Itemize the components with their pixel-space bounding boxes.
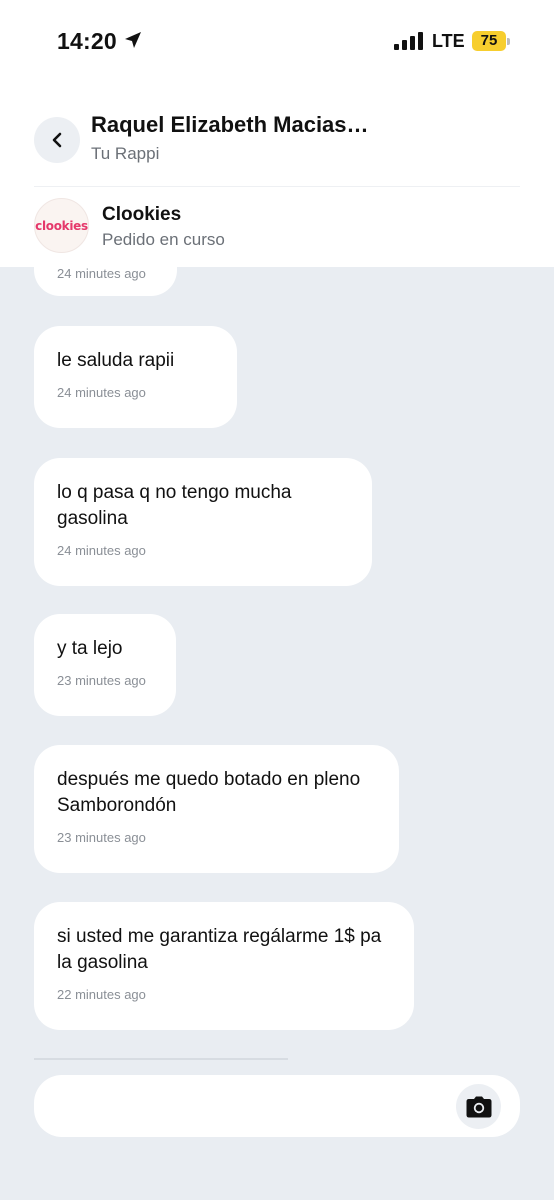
message-text: después me quedo botado en pleno Samboro… (57, 769, 361, 816)
message-bubble: si usted me garantiza regálarme 1$ pa la… (34, 902, 414, 1030)
contact-name: Raquel Elizabeth Macias… (91, 112, 369, 137)
battery-level: 75 (472, 31, 506, 51)
message-bubble: después me quedo botado en pleno Samboro… (34, 745, 399, 873)
message-composer (34, 1075, 520, 1137)
location-arrow-icon (125, 32, 141, 48)
message-time: 22 minutes ago (57, 987, 146, 1002)
order-status: Pedido en curso (102, 230, 225, 249)
status-time: 14:20 (57, 28, 117, 54)
network-type: LTE (432, 31, 465, 51)
camera-icon (466, 1096, 491, 1117)
message-text: lo q pasa q no tengo mucha gasolina (57, 482, 292, 529)
chevron-left-icon (52, 132, 62, 148)
store-name: Clookies (102, 204, 182, 225)
cellular-signal-icon (394, 32, 423, 50)
message-text: si usted me garantiza regálarme 1$ pa la… (57, 926, 382, 973)
battery-cap (507, 38, 510, 45)
message-text: le saluda rapii (57, 350, 175, 371)
back-button[interactable] (34, 117, 80, 163)
message-input[interactable] (54, 1089, 454, 1123)
message-time: 23 minutes ago (57, 830, 146, 845)
status-bar: 14:20 LTE 75 (0, 0, 554, 84)
message-time: 24 minutes ago (57, 385, 146, 400)
store-logo: clookies (34, 198, 89, 253)
camera-button[interactable] (456, 1084, 501, 1129)
message-bubble: lo q pasa q no tengo mucha gasolina 24 m… (34, 458, 372, 586)
message-time: 24 minutes ago (57, 543, 146, 558)
contact-subtitle: Tu Rappi (91, 144, 160, 163)
message-bubble: 24 minutes ago (34, 267, 177, 296)
top-panel: 14:20 LTE 75 Raquel Elizabeth Macias… Tu… (0, 0, 554, 267)
message-bubble: y ta lejo 23 minutes ago (34, 614, 176, 716)
message-text: y ta lejo (57, 638, 123, 659)
message-time: 24 minutes ago (57, 267, 146, 281)
message-time: 23 minutes ago (57, 673, 146, 688)
header-divider (34, 186, 520, 187)
message-bubble: le saluda rapii 24 minutes ago (34, 326, 237, 428)
composer-divider (34, 1058, 288, 1060)
message-list[interactable]: 24 minutes ago le saluda rapii 24 minute… (0, 267, 554, 1060)
